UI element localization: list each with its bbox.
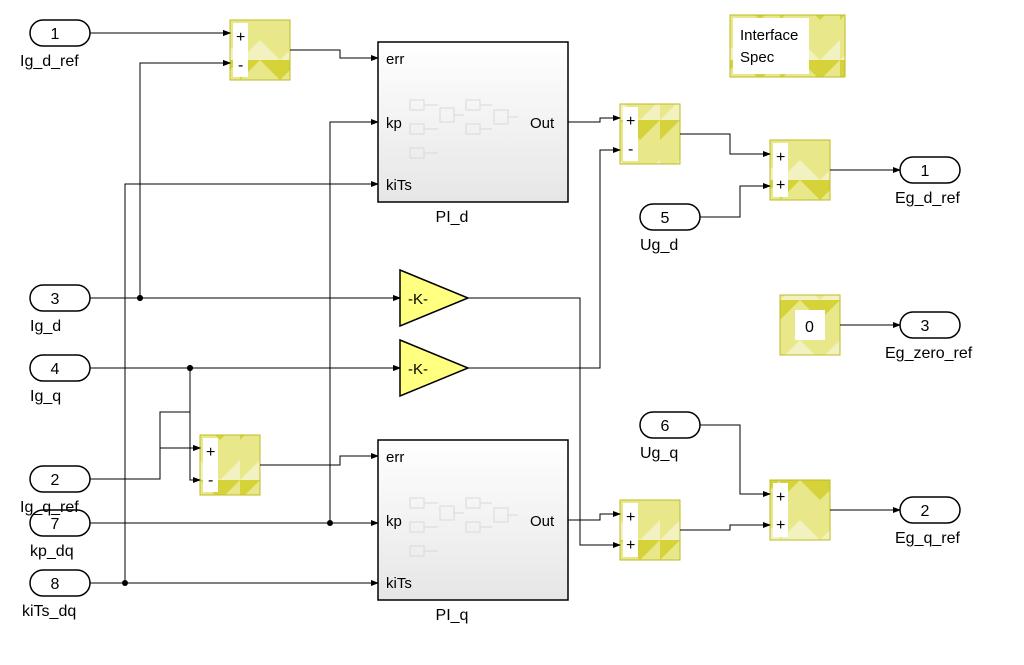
- pi-d-label: PI_d: [436, 209, 469, 226]
- inport-7[interactable]: 7 kp_dq: [30, 510, 90, 560]
- interface-line1: Interface: [740, 27, 798, 44]
- inport-3-name: Ig_d: [30, 318, 61, 335]
- inport-8[interactable]: 8 kiTs_dq: [22, 570, 90, 620]
- sum-sign: +: [626, 537, 635, 554]
- inport-3[interactable]: 3 Ig_d: [30, 285, 90, 335]
- sum-sign: +: [626, 509, 635, 526]
- sum-sign: +: [776, 177, 785, 194]
- inport-8-name: kiTs_dq: [22, 603, 76, 620]
- sum-block-s4[interactable]: + +: [620, 500, 680, 560]
- inport-7-num: 7: [51, 516, 60, 533]
- pi-d-port-out: Out: [530, 115, 555, 132]
- inport-2[interactable]: 2 Ig_q_ref: [20, 466, 90, 516]
- pi-q-port-err: err: [386, 449, 404, 466]
- pi-q-port-out: Out: [530, 513, 555, 530]
- inport-7-name: kp_dq: [30, 543, 74, 560]
- gain-block-2[interactable]: -K-: [400, 340, 468, 396]
- inport-6-num: 6: [661, 418, 670, 435]
- sum-block-s1[interactable]: + -: [230, 20, 290, 80]
- constant-zero-block[interactable]: 0: [780, 295, 840, 355]
- outport-1-name: Eg_d_ref: [895, 190, 960, 207]
- outport-3-num: 3: [921, 318, 930, 335]
- sum-block-s6[interactable]: + +: [770, 480, 830, 540]
- sum-sign: +: [776, 517, 785, 534]
- outport-2-name: Eg_q_ref: [895, 530, 960, 547]
- subsystem-pi-q[interactable]: err kp kiTs Out PI_q: [378, 440, 568, 624]
- pi-d-port-kp: kp: [386, 115, 402, 132]
- sum-sign: +: [206, 444, 215, 461]
- outport-2[interactable]: 2 Eg_q_ref: [895, 497, 960, 547]
- inport-3-num: 3: [51, 291, 60, 308]
- sum-sign: -: [628, 141, 633, 158]
- inport-4[interactable]: 4 Ig_q: [30, 355, 90, 405]
- sum-sign: -: [238, 57, 243, 74]
- inport-4-name: Ig_q: [30, 388, 61, 405]
- inport-4-num: 4: [51, 361, 60, 378]
- pi-q-port-kits: kiTs: [386, 575, 412, 592]
- inport-1-name: Ig_d_ref: [20, 53, 79, 70]
- pi-q-port-kp: kp: [386, 513, 402, 530]
- inport-2-num: 2: [51, 472, 60, 489]
- outport-1-num: 1: [921, 163, 930, 180]
- subsystem-pi-d[interactable]: err kp kiTs Out PI_d: [378, 42, 568, 226]
- sum-sign: +: [776, 149, 785, 166]
- outport-2-num: 2: [921, 503, 930, 520]
- gain-2-label: -K-: [408, 361, 428, 378]
- pi-d-port-err: err: [386, 51, 404, 68]
- inport-5[interactable]: 5 Ug_d: [640, 204, 700, 254]
- outport-3[interactable]: 3 Eg_zero_ref: [885, 312, 973, 362]
- sum-block-s3[interactable]: + -: [620, 104, 680, 164]
- gain-1-label: -K-: [408, 291, 428, 308]
- sum-sign: +: [236, 29, 245, 46]
- wires: [90, 33, 400, 448]
- inport-2-name: Ig_q_ref: [20, 499, 79, 516]
- inport-5-num: 5: [661, 210, 670, 227]
- inport-1-num: 1: [51, 26, 60, 43]
- inport-6[interactable]: 6 Ug_q: [640, 412, 700, 462]
- pi-d-port-kits: kiTs: [386, 177, 412, 194]
- interface-line2: Spec: [740, 49, 775, 66]
- constant-value: 0: [805, 319, 814, 336]
- pi-q-label: PI_q: [436, 607, 469, 624]
- gain-block-1[interactable]: -K-: [400, 270, 468, 326]
- sum-block-s5[interactable]: + +: [770, 140, 830, 200]
- inport-5-name: Ug_d: [640, 237, 678, 254]
- outport-3-name: Eg_zero_ref: [885, 345, 973, 362]
- sum-sign: +: [626, 113, 635, 130]
- inport-6-name: Ug_q: [640, 445, 678, 462]
- interface-spec-block[interactable]: Interface Spec: [730, 15, 845, 77]
- inport-1[interactable]: 1 Ig_d_ref: [20, 20, 90, 70]
- outport-1[interactable]: 1 Eg_d_ref: [895, 157, 960, 207]
- sum-sign: -: [208, 472, 213, 489]
- sum-sign: +: [776, 489, 785, 506]
- inport-8-num: 8: [51, 576, 60, 593]
- sum-block-s2[interactable]: + -: [200, 435, 260, 495]
